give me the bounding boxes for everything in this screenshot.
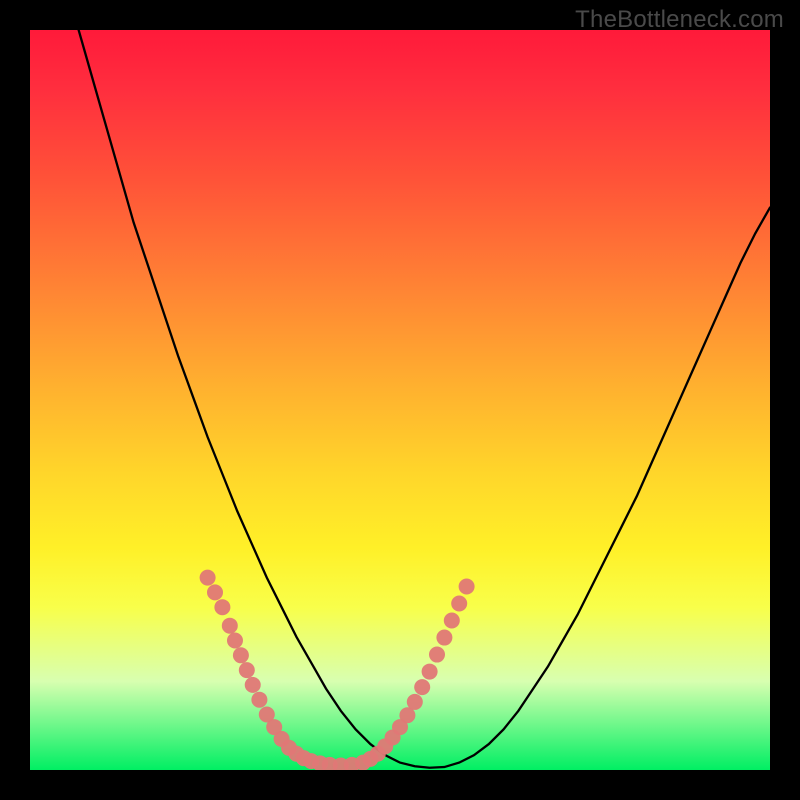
marker-dot <box>407 694 423 710</box>
watermark-text: TheBottleneck.com <box>575 6 784 34</box>
marker-dots <box>200 570 475 770</box>
marker-dot <box>414 679 430 695</box>
plot-area <box>30 30 770 770</box>
chart-frame: TheBottleneck.com <box>0 0 800 800</box>
marker-dot <box>207 584 223 600</box>
marker-dot <box>429 647 445 663</box>
marker-dot <box>245 677 261 693</box>
curve-layer <box>30 30 770 770</box>
marker-dot <box>214 599 230 615</box>
marker-dot <box>251 692 267 708</box>
marker-dot <box>451 596 467 612</box>
marker-dot <box>239 662 255 678</box>
bottleneck-curve-path <box>74 30 770 768</box>
marker-dot <box>459 578 475 594</box>
marker-dot <box>444 613 460 629</box>
marker-dot <box>436 630 452 646</box>
marker-dot <box>200 570 216 586</box>
marker-dot <box>222 618 238 634</box>
bottleneck-curve <box>74 30 770 768</box>
marker-dot <box>233 647 249 663</box>
marker-dot <box>227 633 243 649</box>
marker-dot <box>422 664 438 680</box>
